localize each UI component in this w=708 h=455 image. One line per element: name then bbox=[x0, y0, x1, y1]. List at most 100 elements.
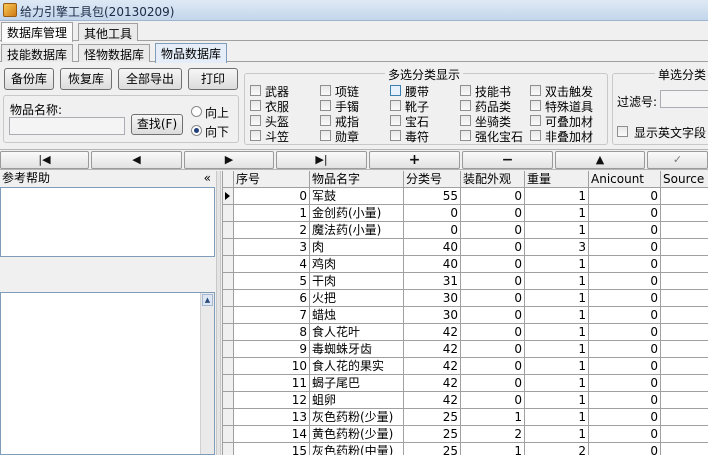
table-cell[interactable]: 25 bbox=[404, 409, 461, 426]
table-cell[interactable]: 军鼓 bbox=[310, 188, 404, 205]
row-indicator[interactable] bbox=[223, 409, 234, 426]
help-topics-box[interactable] bbox=[0, 187, 215, 257]
row-indicator[interactable] bbox=[223, 358, 234, 375]
table-cell[interactable]: 食人花叶 bbox=[310, 324, 404, 341]
table-cell[interactable]: 肉 bbox=[310, 239, 404, 256]
category-checkbox[interactable] bbox=[390, 130, 401, 141]
table-cell[interactable] bbox=[661, 443, 708, 455]
table-cell[interactable]: 0 bbox=[589, 324, 661, 341]
row-indicator[interactable] bbox=[223, 256, 234, 273]
table-cell[interactable]: 0 bbox=[589, 341, 661, 358]
category-checkbox[interactable] bbox=[320, 130, 331, 141]
table-cell[interactable]: 1 bbox=[525, 256, 589, 273]
column-header[interactable]: 分类号 bbox=[404, 171, 461, 188]
tab-item-database[interactable]: 物品数据库 bbox=[155, 43, 228, 63]
table-cell[interactable]: 1 bbox=[525, 375, 589, 392]
table-cell[interactable]: 42 bbox=[404, 392, 461, 409]
table-cell[interactable]: 蜡烛 bbox=[310, 307, 404, 324]
nav-last-button[interactable]: ▶| bbox=[276, 151, 367, 169]
table-cell[interactable]: 1 bbox=[525, 426, 589, 443]
table-cell[interactable]: 30 bbox=[404, 307, 461, 324]
item-name-input[interactable] bbox=[9, 117, 125, 135]
category-checkbox[interactable] bbox=[320, 85, 331, 96]
table-cell[interactable]: 0 bbox=[461, 392, 525, 409]
table-cell[interactable]: 0 bbox=[461, 222, 525, 239]
row-indicator[interactable] bbox=[223, 222, 234, 239]
category-checkbox[interactable] bbox=[250, 85, 261, 96]
table-cell[interactable]: 0 bbox=[589, 426, 661, 443]
column-header[interactable]: 序号 bbox=[234, 171, 310, 188]
show-english-checkbox[interactable] bbox=[617, 126, 628, 137]
table-cell[interactable] bbox=[661, 188, 708, 205]
table-cell[interactable]: 0 bbox=[589, 409, 661, 426]
table-row[interactable]: 0 军鼓 55 0 1 0 bbox=[223, 188, 708, 205]
row-indicator[interactable] bbox=[223, 375, 234, 392]
table-cell[interactable] bbox=[661, 392, 708, 409]
table-cell[interactable] bbox=[661, 205, 708, 222]
table-cell[interactable]: 0 bbox=[461, 324, 525, 341]
table-cell[interactable]: 0 bbox=[461, 239, 525, 256]
table-cell[interactable]: 蝎子尾巴 bbox=[310, 375, 404, 392]
table-cell[interactable]: 1 bbox=[525, 307, 589, 324]
category-checkbox[interactable] bbox=[320, 115, 331, 126]
table-row[interactable]: 1 金创药(小量) 0 0 1 0 bbox=[223, 205, 708, 222]
table-cell[interactable] bbox=[661, 358, 708, 375]
table-cell[interactable]: 0 bbox=[461, 307, 525, 324]
row-indicator[interactable] bbox=[223, 239, 234, 256]
search-down-radio[interactable] bbox=[191, 125, 202, 136]
row-indicator[interactable] bbox=[223, 188, 234, 205]
column-header[interactable]: 物品名字 bbox=[310, 171, 404, 188]
table-row[interactable]: 4 鸡肉 40 0 1 0 bbox=[223, 256, 708, 273]
table-cell[interactable] bbox=[661, 341, 708, 358]
table-cell[interactable]: 0 bbox=[404, 205, 461, 222]
row-indicator[interactable] bbox=[223, 443, 234, 455]
tab-monster-database[interactable]: 怪物数据库 bbox=[78, 44, 151, 62]
nav-edit-button[interactable]: ▲ bbox=[555, 151, 645, 169]
table-cell[interactable]: 鸡肉 bbox=[310, 256, 404, 273]
table-cell[interactable]: 黄色药粉(少量) bbox=[310, 426, 404, 443]
table-cell[interactable]: 0 bbox=[589, 222, 661, 239]
nav-post-button[interactable]: ✓ bbox=[647, 151, 708, 169]
table-cell[interactable]: 魔法药(小量) bbox=[310, 222, 404, 239]
nav-delete-button[interactable]: − bbox=[462, 151, 553, 169]
table-row[interactable]: 10 食人花的果实 42 0 1 0 bbox=[223, 358, 708, 375]
table-cell[interactable]: 31 bbox=[404, 273, 461, 290]
help-content-box[interactable]: ▲ bbox=[0, 292, 215, 455]
category-checkbox[interactable] bbox=[390, 85, 401, 96]
table-cell[interactable]: 0 bbox=[589, 205, 661, 222]
nav-prior-button[interactable]: ◀ bbox=[91, 151, 182, 169]
category-checkbox[interactable] bbox=[390, 100, 401, 111]
table-cell[interactable]: 55 bbox=[404, 188, 461, 205]
table-cell[interactable]: 1 bbox=[525, 358, 589, 375]
table-cell[interactable] bbox=[661, 256, 708, 273]
table-cell[interactable] bbox=[661, 426, 708, 443]
table-cell[interactable]: 0 bbox=[461, 256, 525, 273]
table-cell[interactable] bbox=[661, 409, 708, 426]
category-checkbox[interactable] bbox=[390, 115, 401, 126]
table-cell[interactable]: 13 bbox=[234, 409, 310, 426]
table-cell[interactable]: 30 bbox=[404, 290, 461, 307]
table-cell[interactable]: 14 bbox=[234, 426, 310, 443]
table-cell[interactable]: 3 bbox=[525, 239, 589, 256]
table-cell[interactable]: 0 bbox=[461, 375, 525, 392]
table-cell[interactable]: 干肉 bbox=[310, 273, 404, 290]
table-row[interactable]: 2 魔法药(小量) 0 0 1 0 bbox=[223, 222, 708, 239]
tab-other-tools[interactable]: 其他工具 bbox=[78, 23, 139, 41]
table-row[interactable]: 11 蝎子尾巴 42 0 1 0 bbox=[223, 375, 708, 392]
table-cell[interactable]: 0 bbox=[461, 341, 525, 358]
table-cell[interactable]: 0 bbox=[589, 392, 661, 409]
table-cell[interactable]: 40 bbox=[404, 239, 461, 256]
column-header[interactable]: 重量 bbox=[525, 171, 589, 188]
table-cell[interactable]: 42 bbox=[404, 358, 461, 375]
table-cell[interactable]: 40 bbox=[404, 256, 461, 273]
table-cell[interactable]: 1 bbox=[525, 392, 589, 409]
table-cell[interactable]: 1 bbox=[525, 341, 589, 358]
table-cell[interactable]: 0 bbox=[461, 188, 525, 205]
table-cell[interactable]: 1 bbox=[234, 205, 310, 222]
table-cell[interactable]: 1 bbox=[525, 205, 589, 222]
table-cell[interactable]: 0 bbox=[589, 256, 661, 273]
table-row[interactable]: 13 灰色药粉(少量) 25 1 1 0 bbox=[223, 409, 708, 426]
export-all-button[interactable]: 全部导出 bbox=[118, 68, 182, 90]
nav-first-button[interactable]: |◀ bbox=[0, 151, 89, 169]
category-checkbox[interactable] bbox=[460, 85, 471, 96]
